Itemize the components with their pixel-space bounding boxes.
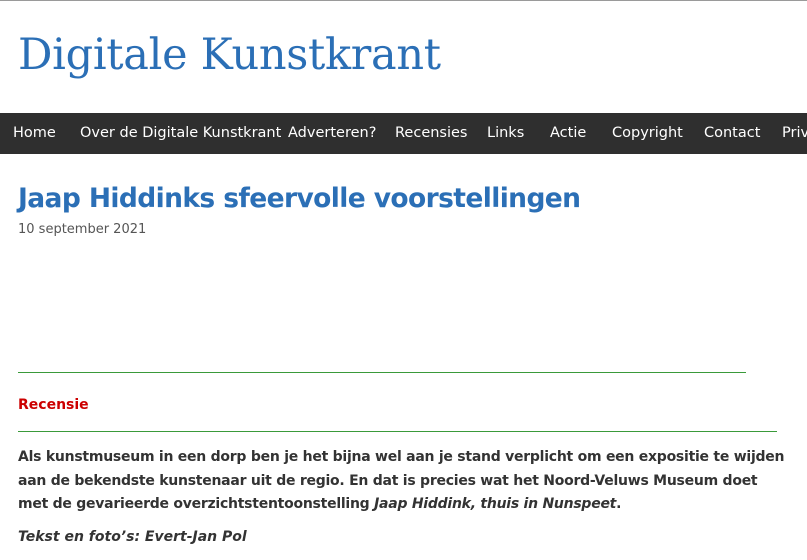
- intro-end: .: [616, 496, 622, 512]
- category-label: Recensie: [18, 397, 89, 413]
- nav-item-contact[interactable]: Contact: [704, 113, 760, 154]
- divider-top: [18, 372, 746, 373]
- main-navigation: Home Over de Digitale Kunstkrant Adverte…: [0, 113, 807, 154]
- nav-item-recensies[interactable]: Recensies: [395, 113, 468, 154]
- nav-item-home[interactable]: Home: [13, 113, 56, 154]
- article-date: 10 september 2021: [18, 222, 147, 237]
- divider-bottom: [18, 431, 777, 432]
- nav-item-links[interactable]: Links: [487, 113, 524, 154]
- nav-item-privacyverklaring[interactable]: Privacyverklaring: [782, 113, 807, 154]
- exhibition-title: Jaap Hiddink, thuis in Nunspeet: [374, 496, 617, 512]
- article-title[interactable]: Jaap Hiddinks sfeervolle voorstellingen: [18, 183, 581, 214]
- nav-item-actie[interactable]: Actie: [550, 113, 586, 154]
- nav-item-over[interactable]: Over de Digitale Kunstkrant: [80, 113, 281, 154]
- article-credits: Tekst en foto’s: Evert-Jan Pol: [18, 529, 247, 545]
- site-title-link[interactable]: Digitale Kunstkrant: [18, 30, 441, 80]
- nav-item-copyright[interactable]: Copyright: [612, 113, 683, 154]
- top-border: [0, 0, 807, 1]
- nav-item-adverteren[interactable]: Adverteren?: [288, 113, 376, 154]
- article-intro: Als kunstmuseum in een dorp ben je het b…: [18, 446, 788, 517]
